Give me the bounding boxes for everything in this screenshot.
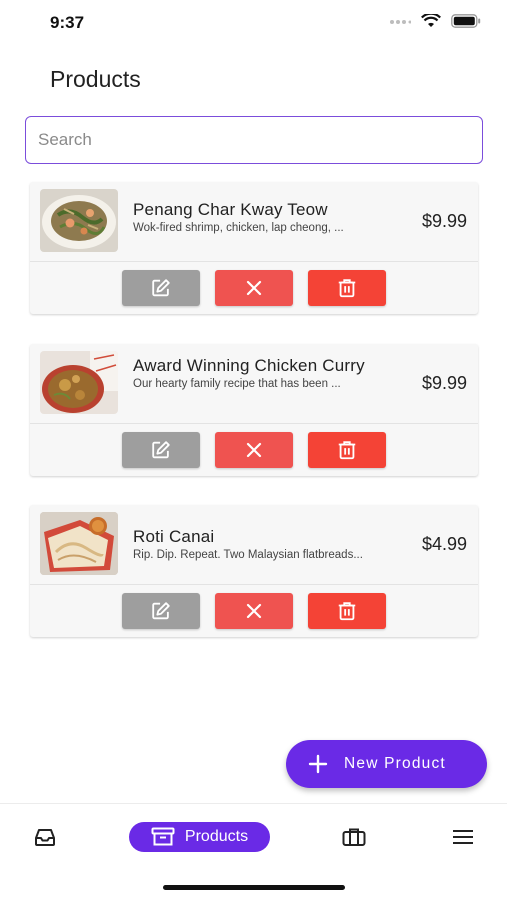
product-name: Penang Char Kway Teow [133, 200, 328, 219]
nav-inbox[interactable] [29, 822, 61, 852]
edit-button[interactable] [122, 593, 200, 629]
trash-icon [338, 279, 356, 298]
inbox-icon [35, 829, 55, 846]
delete-button[interactable] [308, 432, 386, 468]
close-icon [246, 442, 262, 458]
nav-products[interactable]: Products [129, 822, 270, 852]
status-icons [389, 14, 481, 28]
close-icon [246, 603, 262, 619]
product-description: Wok-fired shrimp, chicken, lap cheong, .… [133, 222, 344, 234]
page-title: Products [50, 66, 141, 92]
product-actions [30, 593, 478, 629]
product-card-header[interactable]: Penang Char Kway Teow Wok-fired shrimp, … [30, 182, 478, 262]
product-card-header[interactable]: Roti Canai Rip. Dip. Repeat. Two Malaysi… [30, 505, 478, 585]
product-actions [30, 432, 478, 468]
product-price: $9.99 [421, 373, 467, 393]
cancel-button[interactable] [215, 593, 293, 629]
product-image [40, 189, 118, 252]
edit-icon [152, 602, 170, 620]
home-indicator [163, 885, 345, 890]
product-info: Award Winning Chicken Curry Our hearty f… [133, 356, 388, 390]
wifi-icon [421, 14, 441, 27]
menu-icon [453, 830, 473, 844]
product-card[interactable]: Award Winning Chicken Curry Our hearty f… [30, 344, 478, 476]
battery-icon [451, 14, 481, 28]
product-card-header[interactable]: Award Winning Chicken Curry Our hearty f… [30, 344, 478, 424]
plus-icon [308, 754, 328, 774]
edit-icon [152, 279, 170, 297]
status-bar: 9:37 [0, 0, 507, 46]
product-image [40, 351, 118, 414]
product-name: Roti Canai [133, 527, 215, 546]
cellular-signal-icon [390, 20, 411, 24]
cancel-button[interactable] [215, 270, 293, 306]
edit-button[interactable] [122, 270, 200, 306]
archive-icon [151, 827, 175, 846]
product-card[interactable]: Penang Char Kway Teow Wok-fired shrimp, … [30, 182, 478, 314]
product-info: Penang Char Kway Teow Wok-fired shrimp, … [133, 200, 388, 234]
briefcase-icon [342, 828, 366, 846]
product-image [40, 512, 118, 575]
delete-button[interactable] [308, 593, 386, 629]
nav-products-label: Products [184, 828, 249, 845]
nav-briefcase[interactable] [339, 822, 369, 852]
new-product-label: New Product [344, 755, 446, 772]
product-description: Rip. Dip. Repeat. Two Malaysian flatbrea… [133, 549, 363, 561]
product-actions [30, 270, 478, 306]
trash-icon [338, 602, 356, 621]
product-price: $4.99 [421, 534, 467, 554]
trash-icon [338, 441, 356, 460]
edit-icon [152, 441, 170, 459]
new-product-button[interactable]: New Product [286, 740, 487, 788]
nav-menu[interactable] [448, 822, 478, 852]
search-input[interactable] [25, 116, 483, 164]
product-info: Roti Canai Rip. Dip. Repeat. Two Malaysi… [133, 527, 388, 561]
close-icon [246, 280, 262, 296]
status-time: 9:37 [50, 13, 85, 32]
product-description: Our hearty family recipe that has been .… [133, 378, 341, 390]
product-name: Award Winning Chicken Curry [133, 356, 365, 375]
product-card[interactable]: Roti Canai Rip. Dip. Repeat. Two Malaysi… [30, 505, 478, 637]
product-price: $9.99 [421, 211, 467, 231]
edit-button[interactable] [122, 432, 200, 468]
cancel-button[interactable] [215, 432, 293, 468]
delete-button[interactable] [308, 270, 386, 306]
